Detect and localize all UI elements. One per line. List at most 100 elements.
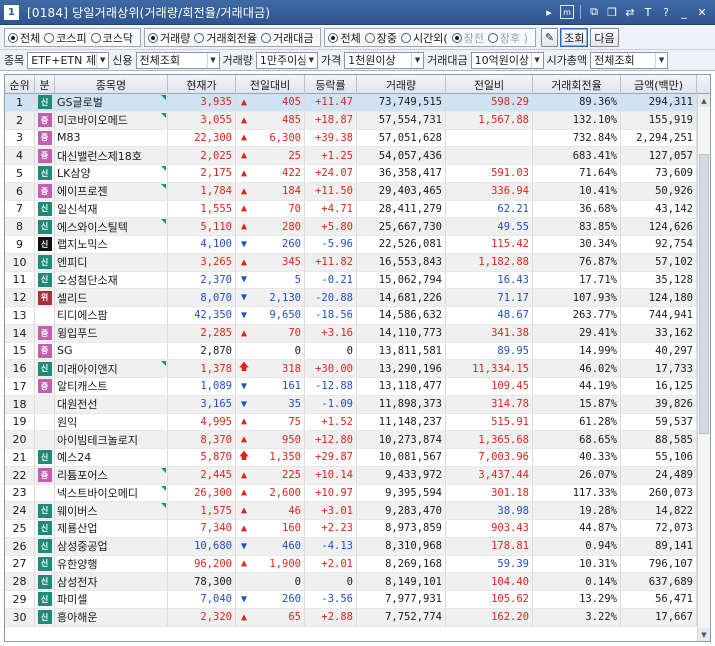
table-row[interactable]: 4 증 대신밸런스제18호 2,025 ▲ 25 +1.25 54,057,436 683.41… [5, 147, 697, 165]
cell-stock-name[interactable]: 삼성중공업 [55, 537, 168, 555]
table-row[interactable]: 25 신 제룡산업 7,340 ▲ 160 +2.23 8,973,859 903.43 44.8… [5, 520, 697, 538]
table-row[interactable]: 11 신 오성첨단소재 2,370 ▼ 5 -0.21 15,062,794 16.43 17.7… [5, 271, 697, 290]
table-row[interactable]: 5 신 LK삼양 2,175 ▲ 422 +24.07 36,358,417 591.03 71.… [5, 165, 697, 183]
sort-radio-volume[interactable]: 거래량 [148, 30, 190, 46]
cell-stock-name[interactable]: 예스24 [55, 449, 168, 466]
cell-stock-name[interactable]: 랩지노믹스 [55, 236, 168, 253]
table-row[interactable]: 17 증 알티캐스트 1,089 ▼ 161 -12.88 13,118,477 109.45 4… [5, 378, 697, 396]
cell-stock-name[interactable]: 대신밸런스제18호 [55, 147, 168, 164]
col-header-name[interactable]: 종목명 [55, 75, 168, 94]
cell-stock-name[interactable]: 파미셀 [55, 591, 168, 608]
query-button[interactable]: 조회 [560, 28, 589, 47]
table-row[interactable]: 20 아이빔테크놀로지 8,370 ▲ 950 +12.80 10,273,874 1,365… [5, 431, 697, 449]
scrollbar-thumb[interactable] [699, 154, 709, 434]
table-row[interactable]: 15 증 SG 2,870 0 0 13,811,581 89.95 14.99% 40,297 [5, 342, 697, 361]
table-row[interactable]: 7 신 일신석재 1,555 ▲ 70 +4.71 28,411,279 62.21 36.68%… [5, 200, 697, 219]
col-header-volume[interactable]: 거래량 [357, 75, 446, 94]
item-filter-select[interactable]: ETF+ETN 제 ▼ [27, 51, 110, 69]
cell-stock-name[interactable]: 알티캐스트 [55, 378, 168, 395]
minimize-icon[interactable]: _ [677, 5, 691, 19]
table-row[interactable]: 23 넥스트바이오메디 26,300 ▲ 2,600 +10.97 9,395,594 301… [5, 484, 697, 503]
copy-icon[interactable]: ❐ [605, 5, 619, 19]
vertical-scrollbar[interactable]: ▲ ▼ [697, 94, 710, 641]
table-row[interactable]: 21 신 예스24 5,870 🡅 1,350 +29.87 10,081,567 7,003.… [5, 449, 697, 467]
cell-stock-name[interactable]: 미래아이앤지 [55, 360, 168, 377]
time-radio-postmarket[interactable]: 장후 ) [487, 30, 528, 46]
cell-stock-name[interactable]: 티디에스팜 [55, 307, 168, 324]
col-header-rate[interactable]: 등락률 [305, 75, 357, 94]
cell-stock-name[interactable]: 아이빔테크놀로지 [55, 431, 168, 448]
window-split-icon[interactable]: ⧉ [587, 5, 601, 19]
table-row[interactable]: 8 신 에스와이스틸텍 5,110 ▲ 280 +5.80 25,667,730 49.55 83… [5, 218, 697, 236]
time-radio-session[interactable]: 장중 [364, 30, 397, 46]
table-row[interactable]: 24 신 웨이버스 1,575 ▲ 46 +3.01 9,283,470 38.98 19.28%… [5, 502, 697, 520]
wand-icon[interactable]: ✎ [540, 28, 559, 47]
font-size-icon[interactable]: T [641, 5, 655, 19]
market-radio-all[interactable]: 전체 [8, 30, 40, 46]
table-row[interactable]: 29 신 파미셀 7,040 ▼ 260 -3.56 7,977,931 105.62 13.29… [5, 591, 697, 609]
table-row[interactable]: 26 신 삼성중공업 10,680 ▼ 460 -4.13 8,310,968 178.81 0.… [5, 537, 697, 556]
table-row[interactable]: 12 위 셀리드 8,070 ▼ 2,130 -20.88 14,681,226 71.17 10… [5, 289, 697, 307]
cell-stock-name[interactable]: 웨이버스 [55, 502, 168, 519]
cell-stock-name[interactable]: 오성첨단소재 [55, 271, 168, 289]
col-header-turnover[interactable]: 거래회전율 [533, 75, 621, 94]
table-row[interactable]: 27 신 유한양행 96,200 ▲ 1,900 +2.01 8,269,168 59.39 10… [5, 555, 697, 574]
cell-stock-name[interactable]: 삼성전자 [55, 573, 168, 590]
cell-stock-name[interactable]: 미코바이오메드 [55, 111, 168, 129]
scroll-up-icon[interactable]: ▲ [698, 94, 710, 107]
table-row[interactable]: 1 신 GS글로벌 3,935 ▲ 405 +11.47 73,749,515 598.29 89… [5, 94, 697, 112]
cell-stock-name[interactable]: 유한양행 [55, 555, 168, 573]
table-row[interactable]: 30 신 흥아해운 2,320 ▲ 65 +2.88 7,752,774 162.20 3.22%… [5, 608, 697, 627]
col-header-price[interactable]: 현재가 [168, 75, 236, 94]
sort-radio-amount[interactable]: 거래대금 [260, 30, 313, 46]
cell-stock-name[interactable]: 일신석재 [55, 200, 168, 218]
time-radio-premarket[interactable]: 장전 [451, 30, 484, 46]
table-row[interactable]: 2 증 미코바이오메드 3,055 ▲ 485 +18.87 57,554,731 1,567.… [5, 111, 697, 130]
col-header-rank[interactable]: 순위 [5, 75, 35, 94]
sort-radio-turnover[interactable]: 거래회전율 [194, 30, 257, 46]
table-row[interactable]: 13 티디에스팜 42,350 ▼ 9,650 -18.56 14,586,632 48.67… [5, 307, 697, 325]
col-header-type[interactable]: 분 [35, 75, 55, 94]
help-icon[interactable]: ? [659, 5, 673, 19]
table-row[interactable]: 16 신 미래아이앤지 1,378 🡅 318 +30.00 13,290,196 11,334… [5, 360, 697, 378]
cell-stock-name[interactable]: 에이프로젠 [55, 182, 168, 200]
cell-stock-name[interactable]: SG [55, 342, 168, 360]
cell-stock-name[interactable]: 대원전선 [55, 395, 168, 413]
table-row[interactable]: 14 증 윙입푸드 2,285 ▲ 70 +3.16 14,110,773 341.38 29.4… [5, 324, 697, 343]
cell-stock-name[interactable]: LK삼양 [55, 165, 168, 182]
cell-stock-name[interactable]: 흥아해운 [55, 608, 168, 626]
cell-stock-name[interactable]: 넥스트바이오메디 [55, 484, 168, 502]
close-icon[interactable]: ✕ [695, 5, 709, 19]
table-row[interactable]: 3 증 M83 22,300 ▲ 6,300 +39.38 57,051,628 732.84%… [5, 129, 697, 148]
credit-filter-select[interactable]: 전체조회 ▼ [135, 51, 220, 69]
table-row[interactable]: 10 신 엔피디 3,265 ▲ 345 +11.82 16,553,843 1,182.88 7… [5, 253, 697, 272]
swap-icon[interactable]: ⇄ [623, 5, 637, 19]
col-header-prev-ratio[interactable]: 전일비 [446, 75, 533, 94]
m-box-icon[interactable]: m [560, 5, 574, 19]
table-row[interactable]: 19 원익 4,995 ▲ 75 +1.52 11,148,237 515.91 61.28% 5… [5, 413, 697, 432]
time-radio-afterhours[interactable]: 시간외( [400, 30, 448, 46]
scroll-down-icon[interactable]: ▼ [698, 628, 710, 641]
col-header-change[interactable]: 전일대비 [236, 75, 305, 94]
cell-stock-name[interactable]: 셀리드 [55, 289, 168, 306]
price-filter-select[interactable]: 1천원이상 ▼ [344, 51, 425, 69]
time-radio-all[interactable]: 전체 [328, 30, 361, 46]
market-radio-kosdaq[interactable]: 코스닥 [90, 30, 133, 46]
cap-filter-select[interactable]: 전체조회 ▼ [590, 51, 669, 69]
cell-stock-name[interactable]: GS글로벌 [55, 94, 168, 111]
cell-stock-name[interactable]: M83 [55, 129, 168, 147]
table-row[interactable]: 18 대원전선 3,165 ▼ 35 -1.09 11,898,373 314.78 15.87… [5, 395, 697, 414]
cell-stock-name[interactable]: 제룡산업 [55, 520, 168, 537]
cell-stock-name[interactable]: 윙입푸드 [55, 324, 168, 342]
cell-stock-name[interactable]: 리튬포어스 [55, 466, 168, 484]
col-header-amount[interactable]: 금액(백만) [621, 75, 697, 94]
cell-stock-name[interactable]: 에스와이스틸텍 [55, 218, 168, 235]
table-row[interactable]: 28 신 삼성전자 78,300 0 0 8,149,101 104.40 0.14% 637,6… [5, 573, 697, 591]
volume-filter-select[interactable]: 1만주이상 ▼ [255, 51, 318, 69]
table-row[interactable]: 6 증 에이프로젠 1,784 ▲ 184 +11.50 29,403,465 336.94 10… [5, 182, 697, 201]
market-radio-kospi[interactable]: 코스피 [44, 30, 87, 46]
arrow-right-icon[interactable]: ▸ [542, 5, 556, 19]
cell-stock-name[interactable]: 엔피디 [55, 253, 168, 271]
table-row[interactable]: 22 증 리튬포어스 2,445 ▲ 225 +10.14 9,433,972 3,437.44… [5, 466, 697, 485]
next-button[interactable]: 다음 [590, 28, 619, 47]
